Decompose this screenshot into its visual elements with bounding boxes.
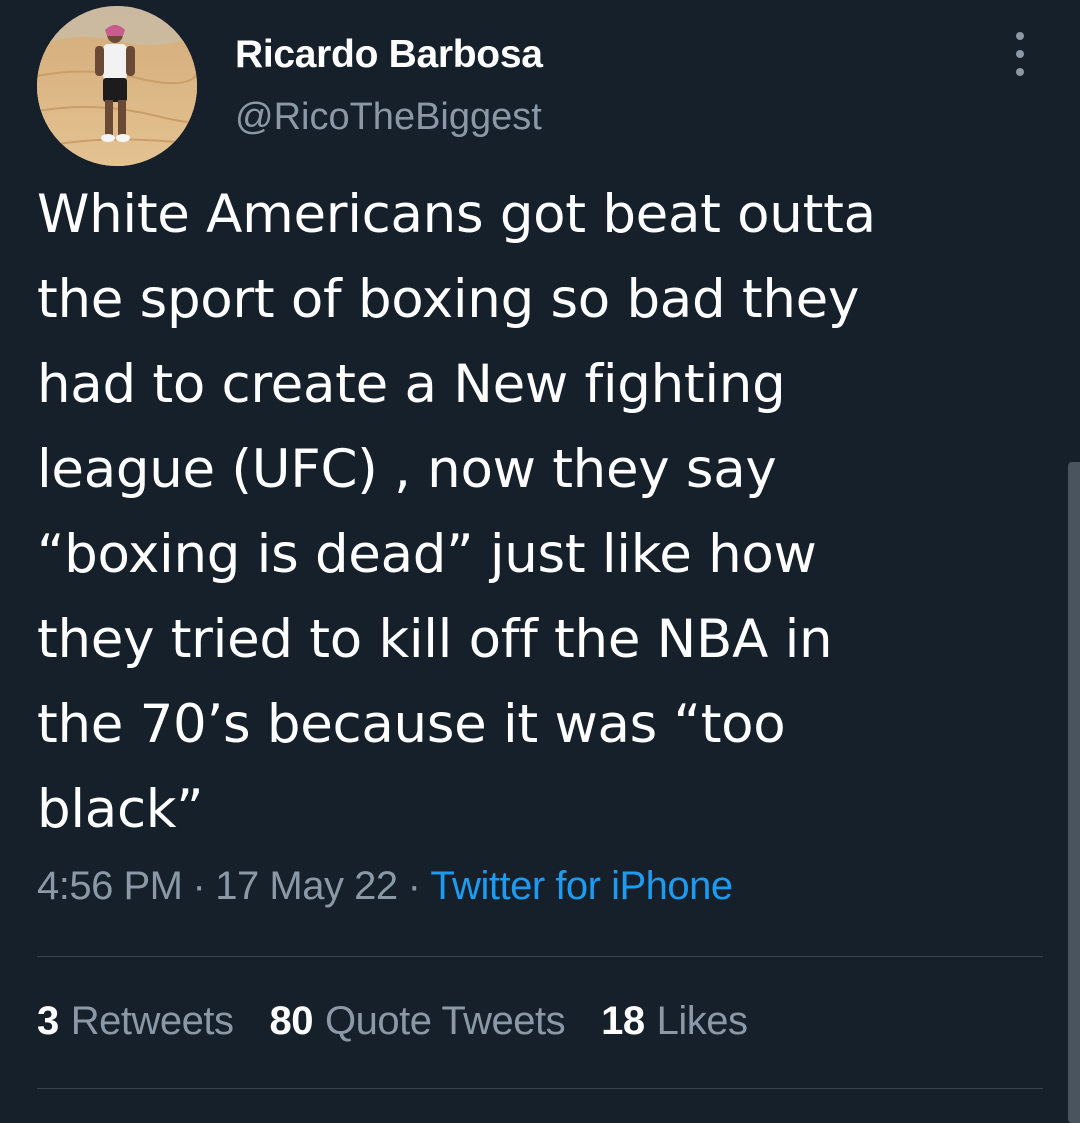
likes-stat[interactable]: 18 Likes <box>601 999 748 1044</box>
retweets-label: Retweets <box>70 999 234 1043</box>
tweet-line: “boxing is dead” just like how <box>37 524 817 585</box>
more-options-icon-dot <box>1016 50 1024 58</box>
quote-tweets-label: Quote Tweets <box>325 999 566 1043</box>
tweet-line: White Americans got beat outta <box>37 184 876 245</box>
avatar[interactable] <box>37 6 197 166</box>
tweet-meta: 4:56 PM · 17 May 22 · Twitter for iPhone <box>37 864 733 909</box>
meta-separator: · <box>192 864 206 908</box>
meta-separator: · <box>407 864 421 908</box>
author-display-name[interactable]: Ricardo Barbosa <box>235 33 543 77</box>
tweet-line: they tried to kill off the NBA in <box>37 609 833 670</box>
more-options-icon-dot <box>1016 68 1024 76</box>
retweets-stat[interactable]: 3 Retweets <box>37 999 234 1044</box>
quote-tweets-stat[interactable]: 80 Quote Tweets <box>270 999 566 1044</box>
quote-tweets-count: 80 <box>269 999 314 1043</box>
profile-photo-icon <box>37 6 197 166</box>
tweet-line: the sport of boxing so bad they <box>37 269 860 330</box>
divider <box>37 956 1043 957</box>
likes-label: Likes <box>656 999 748 1043</box>
tweet-line: the 70’s because it was “too <box>37 694 786 755</box>
tweet-source-link[interactable]: Twitter for iPhone <box>430 864 733 908</box>
tweet-date[interactable]: 17 May 22 <box>215 864 398 908</box>
divider <box>37 1088 1043 1089</box>
retweets-count: 3 <box>37 999 59 1043</box>
tweet-stats: 3 Retweets 80 Quote Tweets 18 Likes <box>37 999 748 1044</box>
more-options-icon <box>1016 32 1024 40</box>
tweet-line: had to create a New fighting <box>37 354 786 415</box>
author-handle[interactable]: @RicoTheBiggest <box>235 96 542 139</box>
scrollbar[interactable] <box>1068 462 1080 1123</box>
tweet-time[interactable]: 4:56 PM <box>37 864 183 908</box>
tweet-line: black” <box>37 779 204 840</box>
likes-count: 18 <box>601 999 645 1043</box>
tweet-line: league (UFC) , now they say <box>37 439 777 500</box>
more-options-button[interactable] <box>1000 32 1040 76</box>
tweet-text: White Americans got beat outta the sport… <box>37 172 1037 852</box>
